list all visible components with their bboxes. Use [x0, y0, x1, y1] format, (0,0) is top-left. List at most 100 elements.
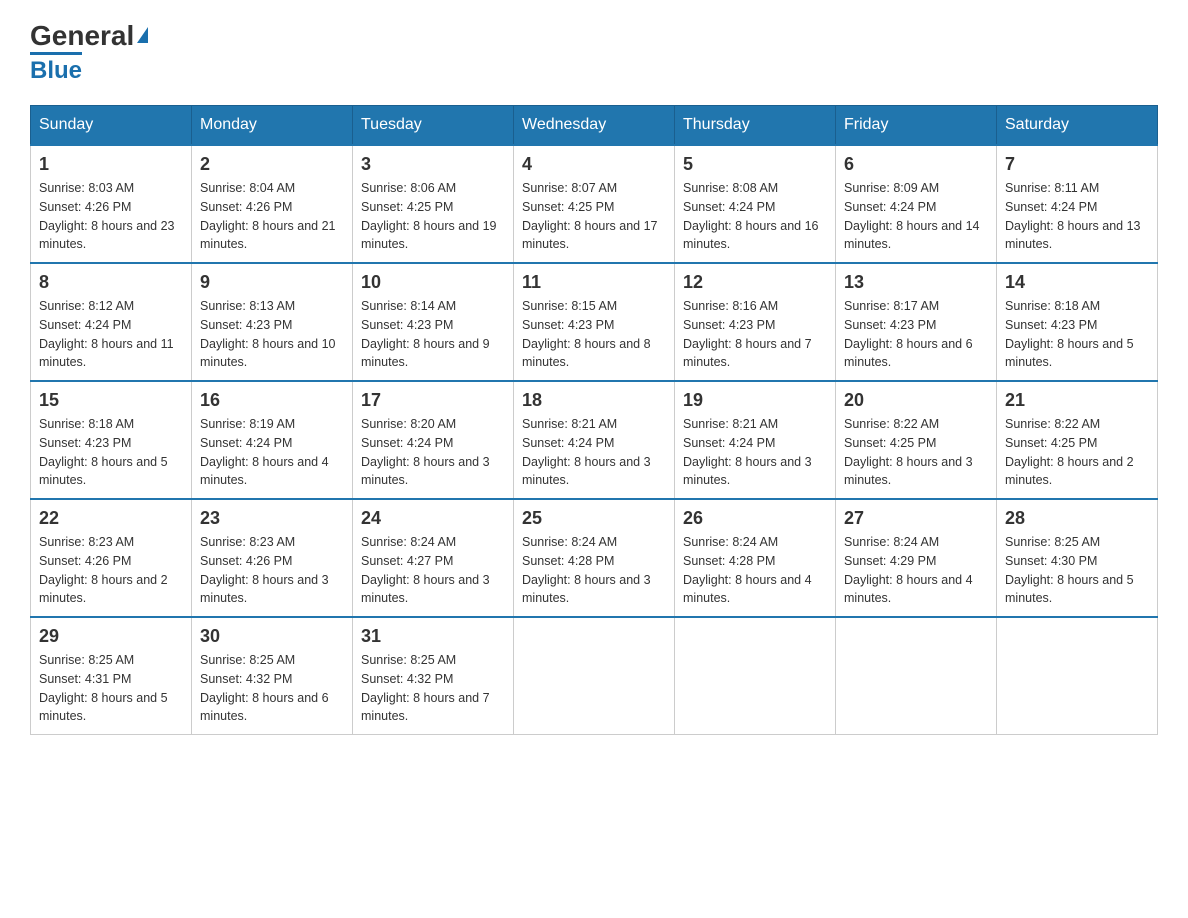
- day-cell-29: 29 Sunrise: 8:25 AM Sunset: 4:31 PM Dayl…: [31, 617, 192, 735]
- day-number-5: 5: [683, 154, 827, 175]
- day-number-7: 7: [1005, 154, 1149, 175]
- day-number-24: 24: [361, 508, 505, 529]
- day-info-21: Sunrise: 8:22 AM Sunset: 4:25 PM Dayligh…: [1005, 415, 1149, 490]
- calendar-table: SundayMondayTuesdayWednesdayThursdayFrid…: [30, 105, 1158, 735]
- day-number-18: 18: [522, 390, 666, 411]
- day-cell-1: 1 Sunrise: 8:03 AM Sunset: 4:26 PM Dayli…: [31, 145, 192, 263]
- weekday-header-wednesday: Wednesday: [514, 106, 675, 146]
- logo: General Blue: [30, 20, 148, 85]
- day-cell-11: 11 Sunrise: 8:15 AM Sunset: 4:23 PM Dayl…: [514, 263, 675, 381]
- day-cell-30: 30 Sunrise: 8:25 AM Sunset: 4:32 PM Dayl…: [192, 617, 353, 735]
- day-info-29: Sunrise: 8:25 AM Sunset: 4:31 PM Dayligh…: [39, 651, 183, 726]
- weekday-header-sunday: Sunday: [31, 106, 192, 146]
- weekday-header-thursday: Thursday: [675, 106, 836, 146]
- logo-line-1: General: [30, 20, 148, 52]
- day-cell-31: 31 Sunrise: 8:25 AM Sunset: 4:32 PM Dayl…: [353, 617, 514, 735]
- logo-blue-text: Blue: [30, 52, 82, 85]
- day-number-10: 10: [361, 272, 505, 293]
- day-cell-19: 19 Sunrise: 8:21 AM Sunset: 4:24 PM Dayl…: [675, 381, 836, 499]
- logo-general-text: General: [30, 20, 134, 52]
- header: General Blue: [30, 20, 1158, 85]
- week-row-2: 8 Sunrise: 8:12 AM Sunset: 4:24 PM Dayli…: [31, 263, 1158, 381]
- day-cell-12: 12 Sunrise: 8:16 AM Sunset: 4:23 PM Dayl…: [675, 263, 836, 381]
- day-number-12: 12: [683, 272, 827, 293]
- day-info-1: Sunrise: 8:03 AM Sunset: 4:26 PM Dayligh…: [39, 179, 183, 254]
- day-cell-7: 7 Sunrise: 8:11 AM Sunset: 4:24 PM Dayli…: [997, 145, 1158, 263]
- day-info-26: Sunrise: 8:24 AM Sunset: 4:28 PM Dayligh…: [683, 533, 827, 608]
- day-cell-25: 25 Sunrise: 8:24 AM Sunset: 4:28 PM Dayl…: [514, 499, 675, 617]
- day-number-4: 4: [522, 154, 666, 175]
- day-cell-10: 10 Sunrise: 8:14 AM Sunset: 4:23 PM Dayl…: [353, 263, 514, 381]
- week-row-5: 29 Sunrise: 8:25 AM Sunset: 4:31 PM Dayl…: [31, 617, 1158, 735]
- day-number-6: 6: [844, 154, 988, 175]
- empty-cell: [514, 617, 675, 735]
- day-number-30: 30: [200, 626, 344, 647]
- day-info-4: Sunrise: 8:07 AM Sunset: 4:25 PM Dayligh…: [522, 179, 666, 254]
- day-cell-22: 22 Sunrise: 8:23 AM Sunset: 4:26 PM Dayl…: [31, 499, 192, 617]
- day-info-5: Sunrise: 8:08 AM Sunset: 4:24 PM Dayligh…: [683, 179, 827, 254]
- day-number-22: 22: [39, 508, 183, 529]
- day-number-21: 21: [1005, 390, 1149, 411]
- day-info-28: Sunrise: 8:25 AM Sunset: 4:30 PM Dayligh…: [1005, 533, 1149, 608]
- day-cell-24: 24 Sunrise: 8:24 AM Sunset: 4:27 PM Dayl…: [353, 499, 514, 617]
- day-number-15: 15: [39, 390, 183, 411]
- day-cell-17: 17 Sunrise: 8:20 AM Sunset: 4:24 PM Dayl…: [353, 381, 514, 499]
- logo-line-2: Blue: [30, 52, 82, 85]
- day-info-17: Sunrise: 8:20 AM Sunset: 4:24 PM Dayligh…: [361, 415, 505, 490]
- day-cell-13: 13 Sunrise: 8:17 AM Sunset: 4:23 PM Dayl…: [836, 263, 997, 381]
- day-cell-6: 6 Sunrise: 8:09 AM Sunset: 4:24 PM Dayli…: [836, 145, 997, 263]
- empty-cell: [836, 617, 997, 735]
- empty-cell: [997, 617, 1158, 735]
- page: General Blue SundayMondayTuesdayWednesda…: [0, 0, 1188, 755]
- day-cell-3: 3 Sunrise: 8:06 AM Sunset: 4:25 PM Dayli…: [353, 145, 514, 263]
- day-number-27: 27: [844, 508, 988, 529]
- day-info-24: Sunrise: 8:24 AM Sunset: 4:27 PM Dayligh…: [361, 533, 505, 608]
- week-row-3: 15 Sunrise: 8:18 AM Sunset: 4:23 PM Dayl…: [31, 381, 1158, 499]
- day-number-23: 23: [200, 508, 344, 529]
- day-number-20: 20: [844, 390, 988, 411]
- day-cell-20: 20 Sunrise: 8:22 AM Sunset: 4:25 PM Dayl…: [836, 381, 997, 499]
- day-cell-28: 28 Sunrise: 8:25 AM Sunset: 4:30 PM Dayl…: [997, 499, 1158, 617]
- day-number-2: 2: [200, 154, 344, 175]
- day-number-25: 25: [522, 508, 666, 529]
- day-info-27: Sunrise: 8:24 AM Sunset: 4:29 PM Dayligh…: [844, 533, 988, 608]
- day-cell-14: 14 Sunrise: 8:18 AM Sunset: 4:23 PM Dayl…: [997, 263, 1158, 381]
- weekday-header-monday: Monday: [192, 106, 353, 146]
- day-info-7: Sunrise: 8:11 AM Sunset: 4:24 PM Dayligh…: [1005, 179, 1149, 254]
- weekday-header-tuesday: Tuesday: [353, 106, 514, 146]
- day-info-16: Sunrise: 8:19 AM Sunset: 4:24 PM Dayligh…: [200, 415, 344, 490]
- day-info-15: Sunrise: 8:18 AM Sunset: 4:23 PM Dayligh…: [39, 415, 183, 490]
- day-number-8: 8: [39, 272, 183, 293]
- day-cell-21: 21 Sunrise: 8:22 AM Sunset: 4:25 PM Dayl…: [997, 381, 1158, 499]
- day-cell-4: 4 Sunrise: 8:07 AM Sunset: 4:25 PM Dayli…: [514, 145, 675, 263]
- day-info-8: Sunrise: 8:12 AM Sunset: 4:24 PM Dayligh…: [39, 297, 183, 372]
- day-cell-27: 27 Sunrise: 8:24 AM Sunset: 4:29 PM Dayl…: [836, 499, 997, 617]
- day-number-31: 31: [361, 626, 505, 647]
- weekday-header-friday: Friday: [836, 106, 997, 146]
- empty-cell: [675, 617, 836, 735]
- day-info-12: Sunrise: 8:16 AM Sunset: 4:23 PM Dayligh…: [683, 297, 827, 372]
- day-info-19: Sunrise: 8:21 AM Sunset: 4:24 PM Dayligh…: [683, 415, 827, 490]
- day-info-14: Sunrise: 8:18 AM Sunset: 4:23 PM Dayligh…: [1005, 297, 1149, 372]
- day-info-18: Sunrise: 8:21 AM Sunset: 4:24 PM Dayligh…: [522, 415, 666, 490]
- day-cell-23: 23 Sunrise: 8:23 AM Sunset: 4:26 PM Dayl…: [192, 499, 353, 617]
- day-cell-18: 18 Sunrise: 8:21 AM Sunset: 4:24 PM Dayl…: [514, 381, 675, 499]
- day-cell-8: 8 Sunrise: 8:12 AM Sunset: 4:24 PM Dayli…: [31, 263, 192, 381]
- day-info-23: Sunrise: 8:23 AM Sunset: 4:26 PM Dayligh…: [200, 533, 344, 608]
- day-cell-26: 26 Sunrise: 8:24 AM Sunset: 4:28 PM Dayl…: [675, 499, 836, 617]
- weekday-header-row: SundayMondayTuesdayWednesdayThursdayFrid…: [31, 106, 1158, 146]
- day-number-1: 1: [39, 154, 183, 175]
- day-number-28: 28: [1005, 508, 1149, 529]
- day-info-30: Sunrise: 8:25 AM Sunset: 4:32 PM Dayligh…: [200, 651, 344, 726]
- day-number-11: 11: [522, 272, 666, 293]
- day-number-19: 19: [683, 390, 827, 411]
- day-number-16: 16: [200, 390, 344, 411]
- day-info-31: Sunrise: 8:25 AM Sunset: 4:32 PM Dayligh…: [361, 651, 505, 726]
- day-info-25: Sunrise: 8:24 AM Sunset: 4:28 PM Dayligh…: [522, 533, 666, 608]
- day-info-10: Sunrise: 8:14 AM Sunset: 4:23 PM Dayligh…: [361, 297, 505, 372]
- day-number-29: 29: [39, 626, 183, 647]
- day-info-6: Sunrise: 8:09 AM Sunset: 4:24 PM Dayligh…: [844, 179, 988, 254]
- day-number-9: 9: [200, 272, 344, 293]
- day-info-9: Sunrise: 8:13 AM Sunset: 4:23 PM Dayligh…: [200, 297, 344, 372]
- day-info-2: Sunrise: 8:04 AM Sunset: 4:26 PM Dayligh…: [200, 179, 344, 254]
